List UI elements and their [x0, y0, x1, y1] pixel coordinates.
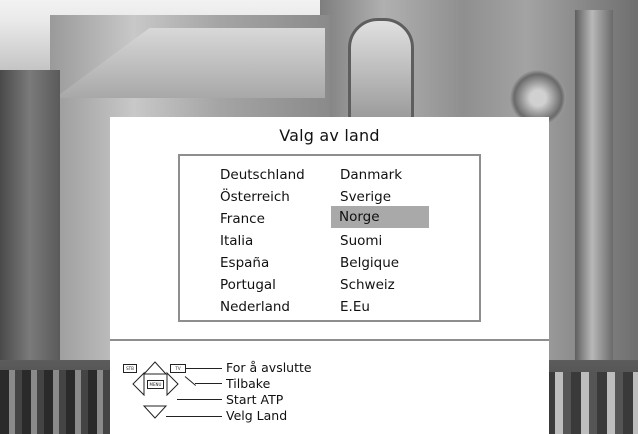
legend-start-atp: Start ATP	[226, 392, 284, 407]
country-list: Deutschland Österreich France Italia Esp…	[178, 154, 481, 322]
up-arrow-icon	[142, 361, 168, 375]
arched-window	[348, 18, 414, 120]
country-deutschland[interactable]: Deutschland	[218, 164, 320, 186]
country-eeu[interactable]: E.Eu	[332, 296, 436, 318]
country-selection-dialog: Valg av land Deutschland Österreich Fran…	[110, 117, 549, 434]
country-belgique[interactable]: Belgique	[332, 252, 436, 274]
country-nederland[interactable]: Nederland	[218, 296, 320, 318]
right-arrow-icon	[166, 371, 179, 397]
remote-legend: STB TV MENU For å avslutte Tilbake Start…	[121, 357, 331, 427]
down-arrow-icon	[142, 405, 168, 419]
legend-select-country: Velg Land	[226, 408, 288, 423]
country-osterreich[interactable]: Österreich	[218, 186, 320, 208]
country-portugal[interactable]: Portugal	[218, 274, 320, 296]
country-suomi[interactable]: Suomi	[332, 230, 436, 252]
legend-exit: For å avslutte	[226, 360, 312, 375]
dialog-title: Valg av land	[279, 126, 380, 145]
country-danmark[interactable]: Danmark	[332, 164, 436, 186]
people-right	[545, 372, 638, 434]
connector-line	[195, 383, 222, 384]
left-arrow-icon	[132, 371, 145, 397]
menu-key: MENU	[147, 380, 164, 389]
connector-line	[186, 368, 222, 369]
connector-line	[177, 399, 222, 400]
legend-back: Tilbake	[226, 376, 271, 391]
country-schweiz[interactable]: Schweiz	[332, 274, 436, 296]
country-france[interactable]: France	[218, 208, 320, 230]
country-italia[interactable]: Italia	[218, 230, 320, 252]
country-espana[interactable]: España	[218, 252, 320, 274]
divider	[110, 339, 549, 341]
country-norge-selected[interactable]: Norge	[331, 206, 429, 228]
country-sverige[interactable]: Sverige	[332, 186, 436, 208]
people-left	[0, 370, 110, 434]
tv-key: TV	[170, 364, 186, 373]
connector-line	[166, 416, 222, 417]
